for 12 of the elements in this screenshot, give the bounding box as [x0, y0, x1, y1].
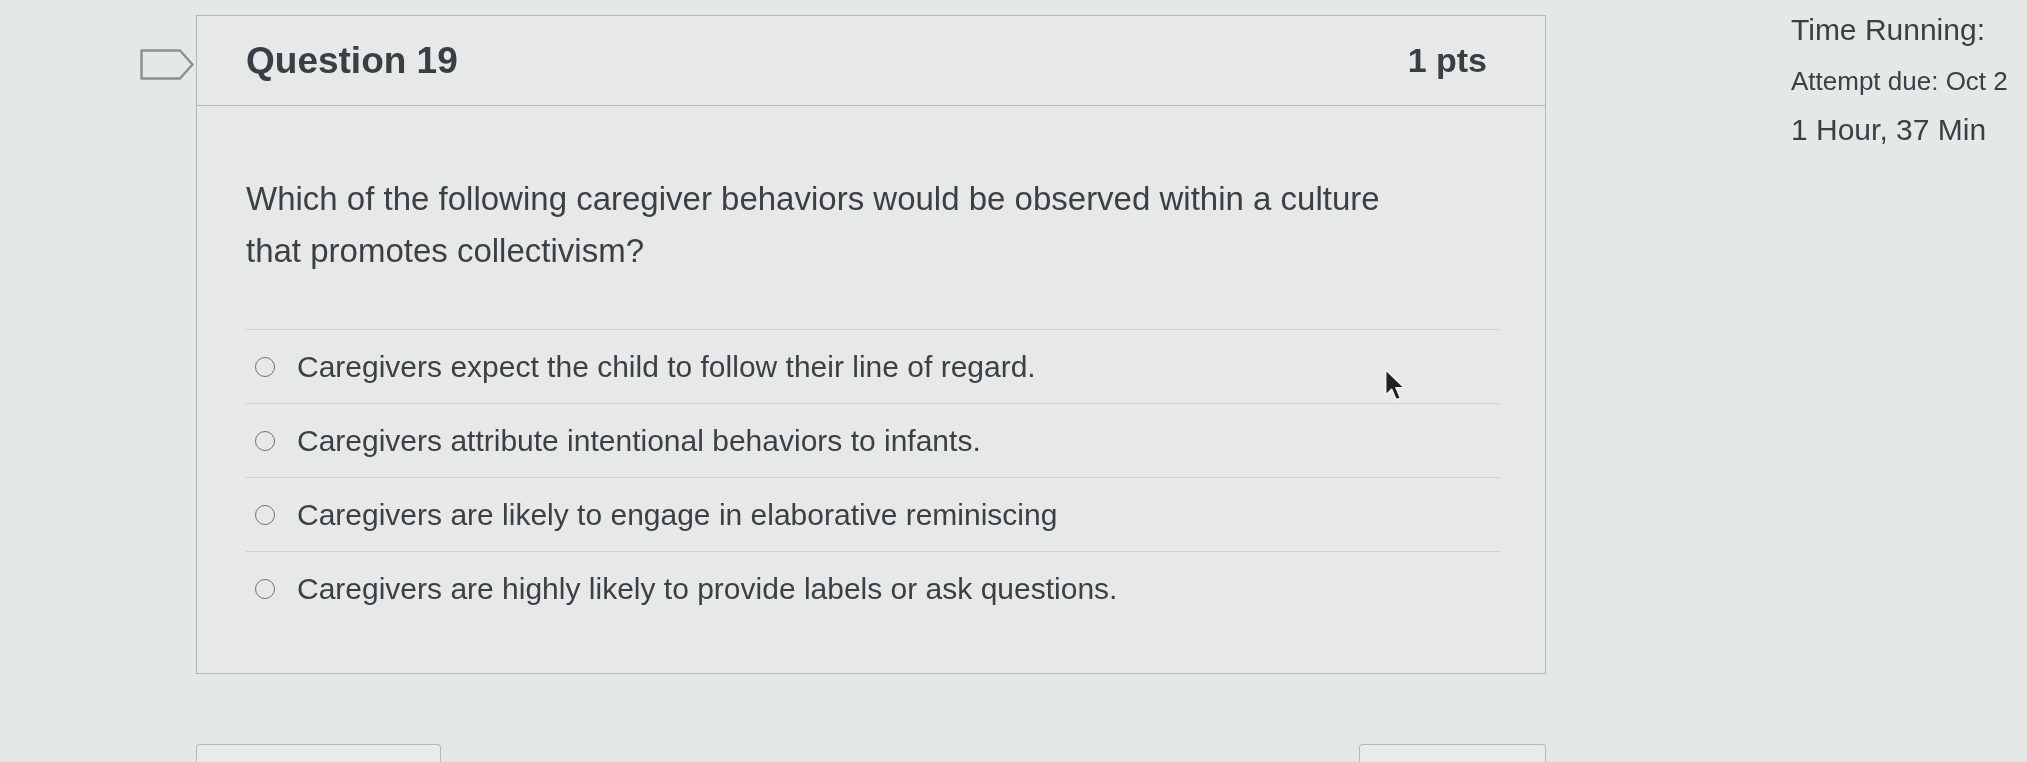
- elapsed-time-text: 1 Hour, 37 Min: [1791, 112, 1988, 148]
- question-title: Question 19: [246, 39, 458, 82]
- answer-label[interactable]: Caregivers attribute intentional behaviors to infants.: [297, 422, 981, 459]
- timer-label: Time Running:: [1791, 12, 1986, 48]
- question-text: Which of the following caregiver behaviors would be observed within a culture that promotes collectivism?: [246, 179, 1381, 271]
- answer-label[interactable]: Caregivers are likely to engage in elaborative reminiscing: [297, 496, 1058, 533]
- points-label: 1 pts: [1407, 41, 1487, 80]
- answer-label[interactable]: Caregivers are highly likely to provide labels or ask questions.: [297, 570, 1118, 607]
- cursor-icon: [1384, 368, 1407, 402]
- due-date-text: Attempt due: Oct 2: [1791, 65, 2008, 98]
- answer-label[interactable]: Caregivers expect the child to follow their line of regard.: [297, 348, 1036, 385]
- tag-icon[interactable]: [140, 49, 194, 80]
